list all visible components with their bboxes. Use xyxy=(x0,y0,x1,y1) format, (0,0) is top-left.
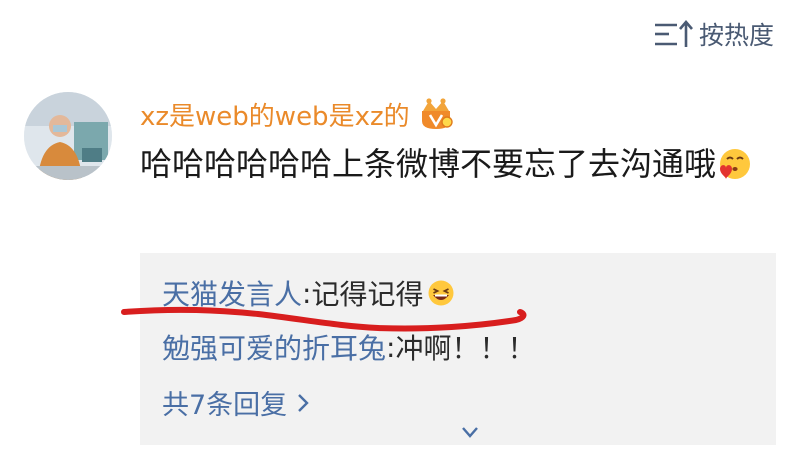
reply-author[interactable]: 勉强可爱的折耳兔 xyxy=(162,327,386,367)
avatar-photo xyxy=(24,92,112,180)
sort-lines-arrow-icon xyxy=(654,20,693,47)
comment-body: 哈哈哈哈哈哈上条微博不要忘了去沟通哦 xyxy=(140,145,717,183)
reply-author[interactable]: 天猫发言人 xyxy=(162,273,302,313)
vip-crown-badge-icon xyxy=(421,98,453,129)
reply-separator: : xyxy=(386,330,396,364)
sort-by-hot-button[interactable]: 按热度 xyxy=(653,17,774,51)
more-replies-label: 共7条回复 xyxy=(162,390,288,421)
laughing-emoji xyxy=(428,280,454,306)
replies-box: 天猫发言人: 记得记得 勉强可爱的折耳兔: 冲啊！！！ 共7条回复 xyxy=(140,253,776,445)
reply-text: 冲啊！！！ xyxy=(395,332,536,365)
sort-label: 按热度 xyxy=(698,21,774,50)
blowing-kiss-emoji xyxy=(720,149,751,179)
username-text: xz是web的web是xz的 xyxy=(140,101,410,132)
comment-text: 哈哈哈哈哈哈上条微博不要忘了去沟通哦 xyxy=(140,138,760,190)
comment-username[interactable]: xz是web的web是xz的 xyxy=(140,94,454,134)
chevron-down-icon[interactable] xyxy=(460,425,480,441)
reply-item[interactable]: 勉强可爱的折耳兔: 冲啊！！！ xyxy=(162,327,535,367)
avatar[interactable] xyxy=(24,92,112,180)
reply-item[interactable]: 天猫发言人: 记得记得 xyxy=(162,273,455,313)
reply-separator: : xyxy=(302,276,312,310)
reply-text: 记得记得 xyxy=(311,278,424,311)
chevron-right-icon xyxy=(298,393,309,412)
more-replies-link[interactable]: 共7条回复 xyxy=(162,383,309,422)
